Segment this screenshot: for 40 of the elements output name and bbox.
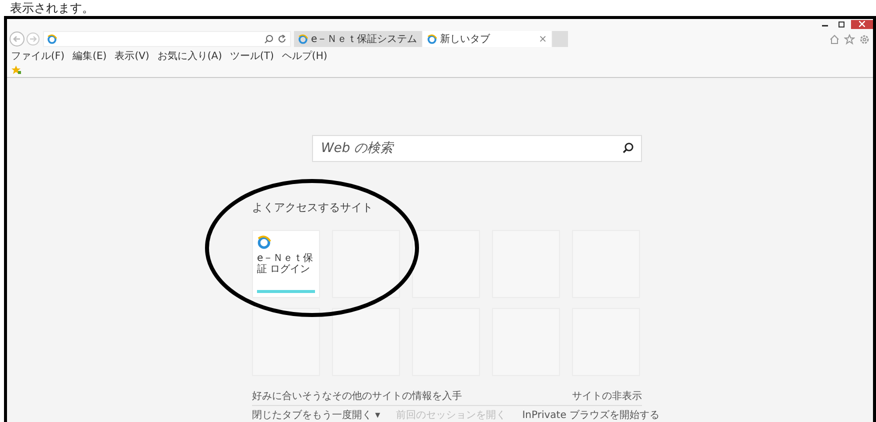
- menu-item[interactable]: ツール(T): [230, 49, 274, 63]
- footer-link[interactable]: 閉じたタブをもう一度開く ▾: [252, 408, 380, 422]
- menu-item[interactable]: ファイル(F): [11, 49, 65, 63]
- close-tab-button[interactable]: ×: [538, 34, 547, 44]
- ie-icon: [427, 34, 437, 44]
- empty-tile: [252, 308, 320, 376]
- search-field[interactable]: Web の検索: [312, 135, 642, 162]
- menu-item[interactable]: ヘルプ(H): [282, 49, 328, 63]
- empty-tile: [332, 308, 400, 376]
- ie-icon: [298, 34, 308, 44]
- site-tile[interactable]: e－Ｎｅｔ保証 ログイン: [252, 230, 320, 298]
- tab-label: e－Ｎｅｔ保証システム: [311, 32, 418, 46]
- close-button[interactable]: [851, 20, 873, 28]
- caption-text: 表示されます。: [9, 0, 95, 16]
- favorites-star-icon[interactable]: [11, 65, 22, 75]
- menu-item[interactable]: お気に入り(A): [157, 49, 222, 63]
- section-heading: よくアクセスするサイト: [252, 200, 374, 216]
- footer-link[interactable]: InPrivate ブラウズを開始する: [522, 408, 660, 422]
- home-icon[interactable]: [829, 34, 840, 44]
- refresh-icon[interactable]: [277, 34, 287, 44]
- back-button[interactable]: [9, 31, 25, 47]
- tab-label: 新しいタブ: [440, 32, 491, 46]
- restore-icon: [838, 20, 844, 28]
- browser-tab[interactable]: 新しいタブ ×: [423, 31, 551, 47]
- close-icon: [859, 21, 865, 27]
- search-icon[interactable]: [622, 142, 634, 154]
- empty-tile: [412, 230, 480, 298]
- info-link[interactable]: 好みに合いそうなその他のサイトの情報を入手: [252, 389, 462, 403]
- star-icon[interactable]: [844, 34, 855, 44]
- menu-item[interactable]: 表示(V): [114, 49, 150, 63]
- tile-label: e－Ｎｅｔ保証 ログイン: [257, 253, 314, 275]
- forward-button[interactable]: [26, 32, 40, 46]
- usage-bar: [257, 290, 315, 293]
- settings-icon[interactable]: [859, 34, 870, 44]
- ie-icon: [47, 34, 57, 44]
- hide-sites-link[interactable]: サイトの非表示: [572, 389, 642, 403]
- menu-item[interactable]: 編集(E): [72, 49, 107, 63]
- browser-tab[interactable]: e－Ｎｅｔ保証システム: [294, 31, 422, 47]
- empty-tile: [332, 230, 400, 298]
- ie-icon: [257, 235, 271, 249]
